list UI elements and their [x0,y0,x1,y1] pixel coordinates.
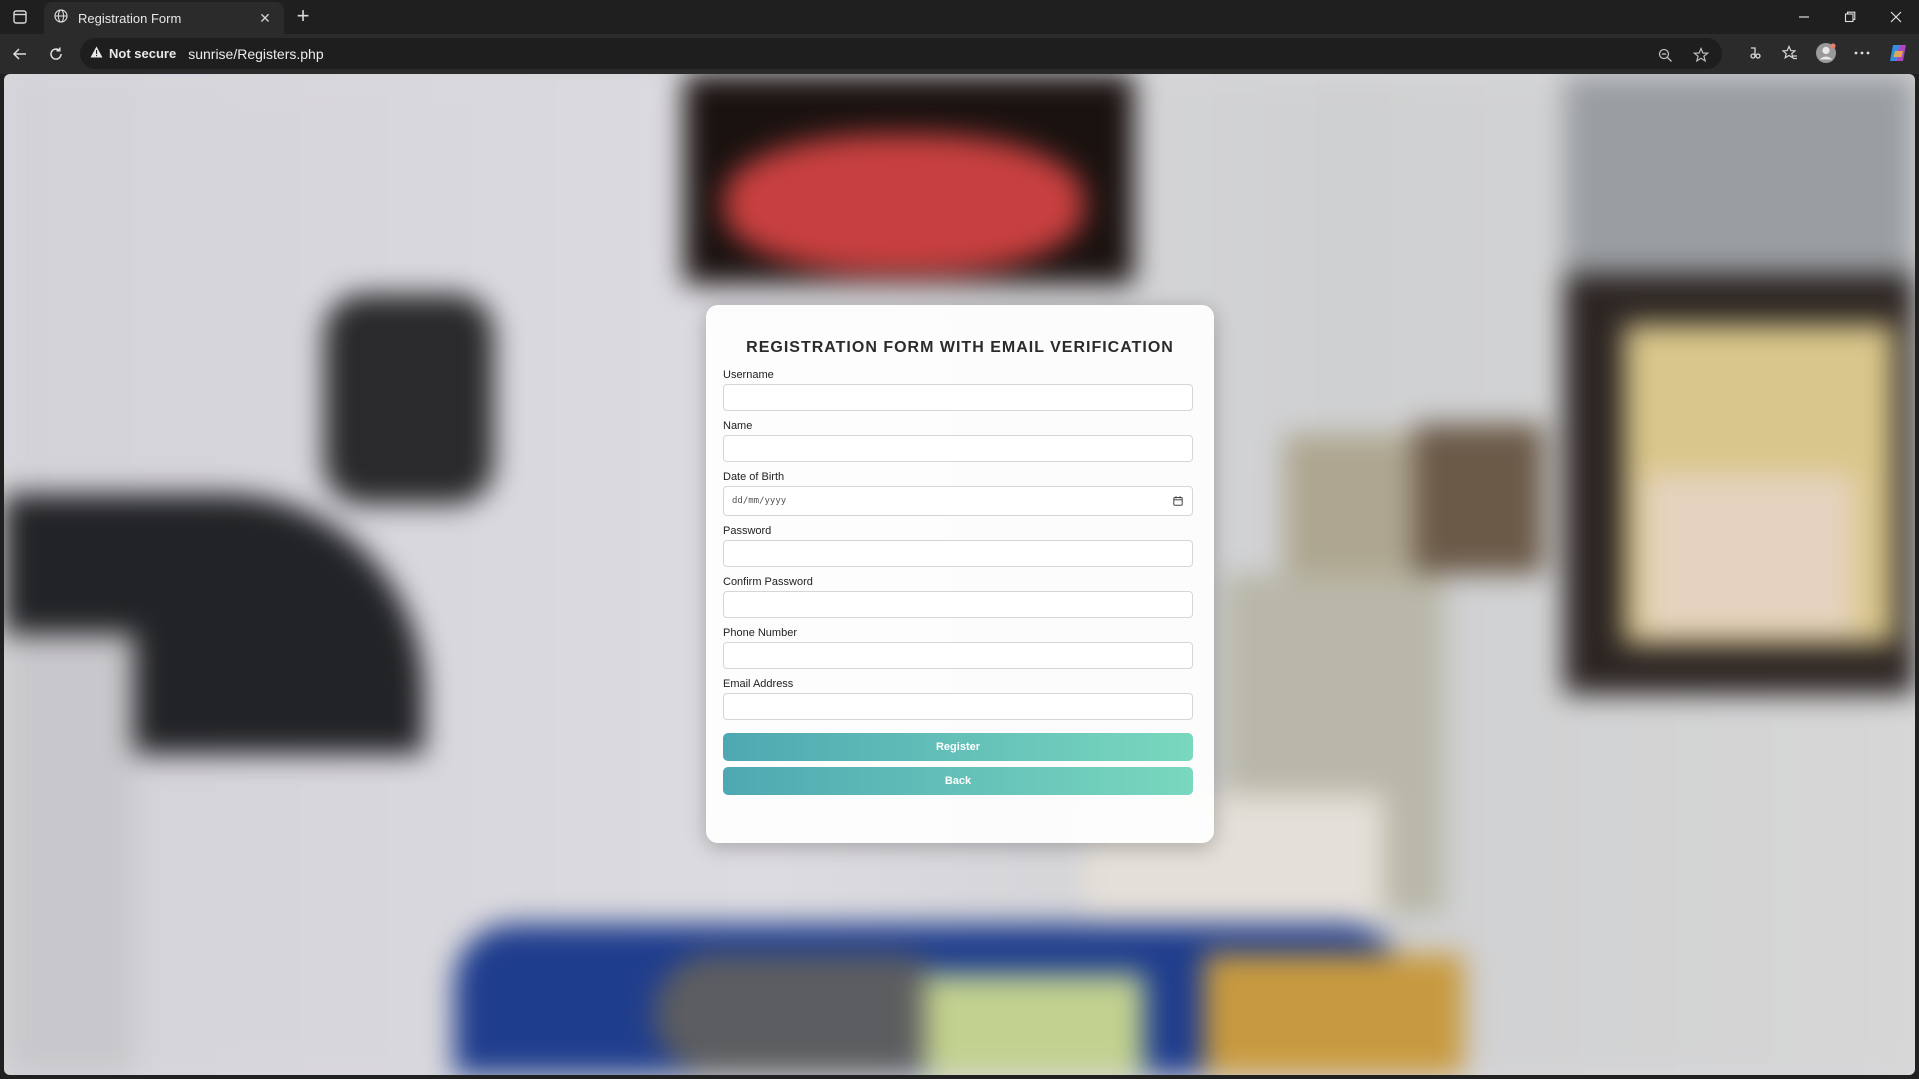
window-controls [1781,0,1919,34]
register-button[interactable]: Register [723,733,1193,761]
copilot-icon[interactable] [1885,40,1911,66]
dob-placeholder: dd/mm/yyyy [732,496,787,506]
name-input[interactable] [723,435,1193,462]
browser-toolbar: Not secure sunrise/Registers.php [0,34,1919,74]
tab-actions-icon[interactable] [8,6,32,28]
security-indicator[interactable]: Not secure [90,46,176,61]
restore-icon[interactable] [1827,0,1873,34]
page-viewport: REGISTRATION FORM WITH EMAIL VERIFICATIO… [4,74,1915,1075]
new-tab-icon[interactable]: + [290,4,316,30]
favorites-icon[interactable] [1777,40,1803,66]
confirm-password-field-group: Confirm Password [723,576,1197,618]
profile-avatar-icon[interactable] [1813,40,1839,66]
form-title: REGISTRATION FORM WITH EMAIL VERIFICATIO… [746,339,1174,356]
tab-bar: Registration Form ✕ + [0,0,1919,34]
phone-input[interactable] [723,642,1193,669]
password-field-group: Password [723,525,1197,567]
address-bar[interactable]: Not secure sunrise/Registers.php [80,38,1722,69]
name-field-group: Name [723,420,1197,462]
password-label: Password [723,525,772,537]
favorite-star-icon[interactable] [1688,42,1714,68]
reload-icon[interactable] [42,40,70,68]
password-input[interactable] [723,540,1193,567]
dob-field-group: Date of Birth dd/mm/yyyy [723,471,1197,516]
globe-icon [54,8,68,28]
calendar-icon[interactable] [1172,495,1184,507]
warning-icon [90,46,103,61]
dob-input[interactable]: dd/mm/yyyy [723,486,1193,516]
close-window-icon[interactable] [1873,0,1919,34]
read-aloud-icon[interactable] [1741,40,1767,66]
name-label: Name [723,420,753,432]
active-tab[interactable]: Registration Form ✕ [44,2,284,34]
zoom-out-icon[interactable] [1652,42,1678,68]
phone-field-group: Phone Number [723,627,1197,669]
minimize-icon[interactable] [1781,0,1827,34]
registration-card: REGISTRATION FORM WITH EMAIL VERIFICATIO… [706,305,1214,843]
back-button[interactable]: Back [723,767,1193,795]
username-input[interactable] [723,384,1193,411]
email-label: Email Address [723,678,794,690]
username-field-group: Username [723,369,1197,411]
email-input[interactable] [723,693,1193,720]
tab-close-icon[interactable]: ✕ [256,10,274,27]
confirm-password-input[interactable] [723,591,1193,618]
url-text[interactable]: sunrise/Registers.php [188,46,323,62]
security-label: Not secure [109,46,177,61]
phone-label: Phone Number [723,627,797,639]
username-label: Username [723,369,774,381]
tab-title: Registration Form [78,10,182,26]
back-arrow-icon[interactable] [6,40,34,68]
more-options-icon[interactable] [1849,40,1875,66]
dob-label: Date of Birth [723,471,785,483]
email-field-group: Email Address [723,678,1197,720]
confirm-password-label: Confirm Password [723,576,813,588]
